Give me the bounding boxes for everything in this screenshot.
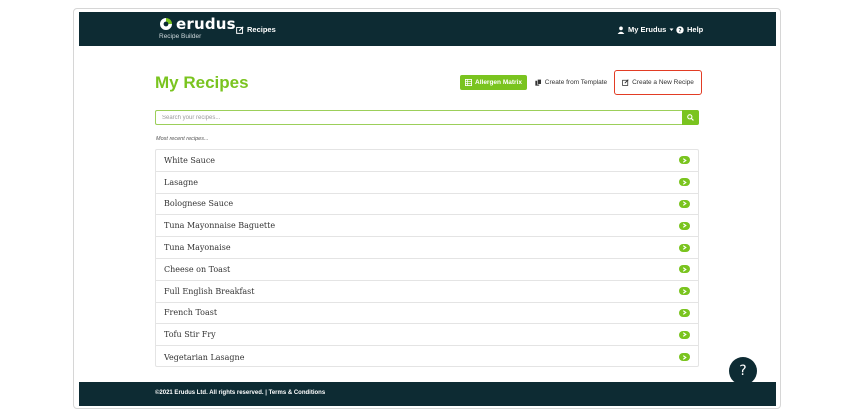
list-item[interactable]: Tuna Mayonnaise Baguette bbox=[156, 215, 698, 238]
chevron-right-icon[interactable] bbox=[679, 221, 690, 230]
recipe-name: Full English Breakfast bbox=[164, 286, 255, 296]
list-item[interactable]: Vegetarian Lasagne bbox=[156, 346, 698, 368]
create-new-recipe-button[interactable]: Create a New Recipe bbox=[614, 70, 702, 95]
page-title: My Recipes bbox=[155, 73, 249, 92]
brand-subtitle: Recipe Builder bbox=[159, 33, 202, 40]
footer: ©2021 Erudus Ltd. All rights reserved. |… bbox=[79, 382, 776, 406]
brand-logo[interactable]: erudus Recipe Builder bbox=[159, 15, 236, 41]
question-circle-icon: ? bbox=[676, 25, 684, 34]
chevron-right-icon[interactable] bbox=[679, 287, 690, 296]
search-button[interactable] bbox=[682, 110, 699, 125]
caret-down-icon bbox=[669, 28, 674, 31]
nav-help-label: Help bbox=[687, 25, 704, 34]
recipe-name: Tuna Mayonnaise Baguette bbox=[164, 221, 276, 231]
list-item[interactable]: Bolognese Sauce bbox=[156, 194, 698, 216]
create-new-recipe-label: Create a New Recipe bbox=[632, 79, 694, 86]
recipe-name: White Sauce bbox=[164, 155, 216, 165]
edit-icon bbox=[622, 79, 629, 86]
footer-copyright: ©2021 Erudus Ltd. All rights reserved. bbox=[155, 390, 264, 396]
list-item[interactable]: French Toast bbox=[156, 303, 698, 325]
allergen-matrix-button[interactable]: Allergen Matrix bbox=[460, 75, 527, 90]
terms-conditions-link[interactable]: Terms & Conditions bbox=[269, 390, 326, 396]
table-icon bbox=[465, 79, 473, 86]
footer-text: ©2021 Erudus Ltd. All rights reserved. |… bbox=[155, 390, 325, 396]
nav-account-dropdown[interactable]: My Erudus bbox=[617, 25, 674, 34]
nav-account-label: My Erudus bbox=[628, 25, 667, 34]
list-item[interactable]: Lasagne bbox=[156, 172, 698, 194]
list-item[interactable]: Tuna Mayonaise bbox=[156, 237, 698, 259]
erudus-logo-icon bbox=[160, 18, 172, 30]
recipe-list: White Sauce Lasagne Bolognese Sauce Tuna… bbox=[155, 149, 699, 367]
nav-recipes-link[interactable]: Recipes bbox=[236, 25, 276, 34]
recipe-name: Tuna Mayonaise bbox=[164, 243, 231, 253]
chevron-right-icon[interactable] bbox=[679, 330, 690, 339]
chevron-right-icon[interactable] bbox=[679, 265, 690, 274]
help-chat-button[interactable]: ? bbox=[729, 357, 757, 385]
list-item[interactable]: Tofu Stir Fry bbox=[156, 324, 698, 347]
recipe-name: Bolognese Sauce bbox=[164, 199, 234, 209]
create-from-template-button[interactable]: Create from Template bbox=[530, 75, 612, 90]
nav-help-link[interactable]: ? Help bbox=[676, 25, 703, 34]
recipe-name: Lasagne bbox=[164, 177, 198, 187]
copy-icon bbox=[535, 79, 542, 86]
chevron-right-icon[interactable] bbox=[679, 308, 690, 317]
create-from-template-label: Create from Template bbox=[544, 79, 608, 86]
chevron-right-icon[interactable] bbox=[679, 353, 690, 362]
chevron-right-icon[interactable] bbox=[679, 156, 690, 165]
svg-text:?: ? bbox=[678, 28, 681, 34]
brand-name: erudus bbox=[176, 15, 236, 33]
recipe-name: Vegetarian Lasagne bbox=[164, 352, 245, 362]
top-navbar: erudus Recipe Builder Recipes My Erudus … bbox=[79, 12, 776, 46]
user-icon bbox=[617, 26, 625, 34]
list-item[interactable]: Full English Breakfast bbox=[156, 281, 698, 303]
recipe-name: French Toast bbox=[164, 308, 218, 318]
search-input[interactable] bbox=[155, 110, 682, 125]
help-bubble-label: ? bbox=[739, 363, 747, 379]
chevron-right-icon[interactable] bbox=[679, 199, 690, 208]
chevron-right-icon[interactable] bbox=[679, 243, 690, 252]
chevron-right-icon[interactable] bbox=[679, 178, 690, 187]
list-item[interactable]: White Sauce bbox=[156, 150, 698, 172]
recipe-name: Cheese on Toast bbox=[164, 264, 231, 274]
search-icon bbox=[687, 114, 694, 121]
recent-recipes-label: Most recent recipes... bbox=[156, 136, 209, 142]
recipe-name: Tofu Stir Fry bbox=[164, 330, 216, 340]
list-item[interactable]: Cheese on Toast bbox=[156, 259, 698, 281]
nav-recipes-label: Recipes bbox=[247, 25, 276, 34]
allergen-matrix-label: Allergen Matrix bbox=[475, 79, 522, 86]
edit-icon bbox=[236, 25, 244, 34]
